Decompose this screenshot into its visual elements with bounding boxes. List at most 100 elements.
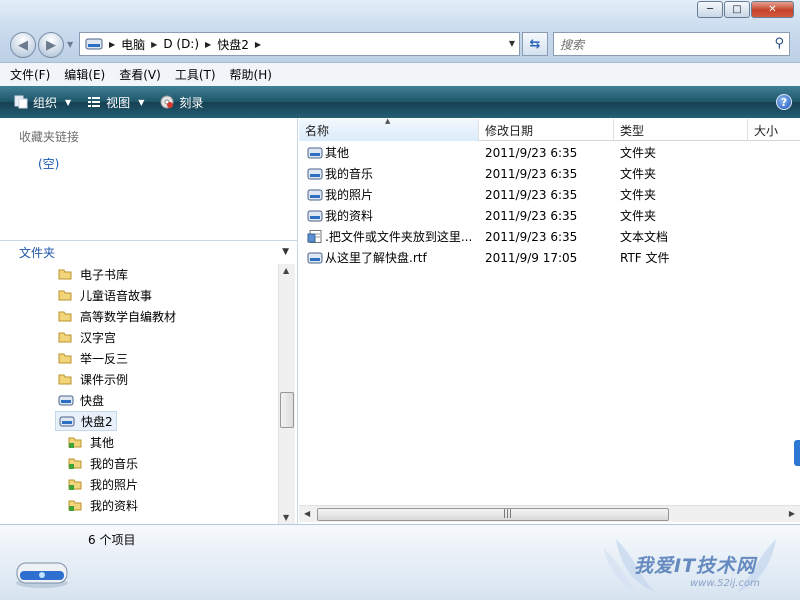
address-bar[interactable]: ▶ 电脑 ▶ D (D:) ▶ 快盘2 ▶ ▼ — [79, 32, 520, 56]
tree-item-music[interactable]: 我的音乐 — [68, 453, 138, 473]
folders-header[interactable]: 文件夹 ▼ — [0, 240, 297, 264]
tree-item-docs[interactable]: 我的资料 — [68, 495, 138, 515]
column-name[interactable]: 名称 ▲ — [299, 117, 479, 141]
scroll-up-icon[interactable]: ▲ — [283, 266, 289, 275]
drive-icon — [59, 416, 75, 426]
minimize-button[interactable]: ─ — [697, 1, 723, 18]
file-row[interactable]: 我的照片 2011/9/23 6:35 文件夹 — [299, 184, 800, 205]
file-type: 文件夹 — [620, 167, 657, 181]
organize-button[interactable]: 组织 ▼ — [14, 94, 71, 111]
column-date-label: 修改日期 — [485, 123, 534, 138]
folder-tree: 电子书库 儿童语音故事 高等数学自编教材 汉字宫 举一反三 课件示例 快盘 快盘… — [0, 264, 278, 524]
file-row[interactable]: 从这里了解快盘.rtf 2011/9/9 17:05 RTF 文件 — [299, 247, 800, 268]
burn-button[interactable]: 刻录 — [160, 94, 203, 111]
folders-title: 文件夹 — [19, 246, 56, 260]
refresh-button[interactable]: ⇆ — [522, 32, 548, 56]
chevron-down-icon[interactable]: ▼ — [282, 247, 289, 257]
watermark-text: 我爱IT技术网 — [634, 555, 757, 577]
tree-item-label: 举一反三 — [80, 351, 129, 366]
window-controls: ─ □ ✕ — [696, 1, 794, 18]
view-button[interactable]: 视图 ▼ — [87, 94, 144, 111]
menu-edit[interactable]: 编辑(E) — [64, 66, 105, 83]
sync-folder-icon — [68, 437, 82, 448]
forward-button[interactable]: ▶ — [38, 32, 64, 58]
view-label: 视图 — [106, 95, 131, 110]
breadcrumb-separator[interactable]: ▶ — [151, 40, 157, 49]
file-row[interactable]: 其他 2011/9/23 6:35 文件夹 — [299, 142, 800, 163]
file-name: 我的资料 — [325, 209, 374, 223]
tree-item-label: 课件示例 — [80, 372, 129, 387]
tree-item-ebook[interactable]: 电子书库 — [58, 264, 128, 284]
breadcrumb-separator[interactable]: ▶ — [255, 40, 261, 49]
menu-help[interactable]: 帮助(H) — [230, 66, 272, 83]
command-toolbar: 组织 ▼ 视图 ▼ 刻录 ? — [0, 86, 800, 118]
file-date: 2011/9/9 17:05 — [485, 250, 578, 265]
file-date: 2011/9/23 6:35 — [485, 208, 578, 223]
file-list-pane: 名称 ▲ 修改日期 类型 大小 其他 2011/9/23 6:35 文件夹 我的… — [299, 117, 800, 524]
tree-scrollbar[interactable]: ▲ ▼ — [278, 264, 295, 524]
menu-file[interactable]: 文件(F) — [10, 66, 50, 83]
drive-icon — [85, 38, 103, 50]
sync-folder-icon — [68, 479, 82, 490]
tree-item-stories[interactable]: 儿童语音故事 — [58, 285, 152, 305]
address-dropdown-icon[interactable]: ▼ — [509, 39, 515, 48]
menu-tools[interactable]: 工具(T) — [175, 66, 216, 83]
scroll-down-icon[interactable]: ▼ — [283, 513, 289, 522]
tree-item-kuaipan[interactable]: 快盘 — [58, 390, 104, 410]
file-row[interactable]: 我的资料 2011/9/23 6:35 文件夹 — [299, 205, 800, 226]
column-date[interactable]: 修改日期 — [479, 119, 614, 141]
folder-icon — [58, 290, 72, 301]
scrollbar-thumb[interactable] — [280, 392, 294, 428]
column-name-label: 名称 — [305, 123, 330, 138]
scroll-left-icon[interactable]: ◀ — [304, 509, 310, 518]
tree-item-label: 高等数学自编教材 — [80, 309, 177, 324]
file-type: 文件夹 — [620, 188, 657, 202]
horizontal-scrollbar[interactable]: ◀ ||| ▶ — [299, 505, 800, 522]
drive-folder-icon — [307, 189, 323, 201]
tree-item-hanzi[interactable]: 汉字宫 — [58, 327, 116, 347]
column-type[interactable]: 类型 — [614, 119, 748, 141]
breadcrumb-separator[interactable]: ▶ — [109, 40, 115, 49]
favorites-empty: (空) — [38, 157, 60, 171]
tree-item-label: 我的资料 — [90, 498, 139, 513]
tree-item-photos[interactable]: 我的照片 — [68, 474, 138, 494]
scroll-right-icon[interactable]: ▶ — [789, 509, 795, 518]
file-type: RTF 文件 — [620, 251, 670, 265]
menu-view[interactable]: 查看(V) — [119, 66, 161, 83]
column-size[interactable]: 大小 — [748, 119, 800, 141]
drive-folder-icon — [307, 252, 323, 264]
file-type: 文件夹 — [620, 209, 657, 223]
tree-item-math[interactable]: 高等数学自编教材 — [58, 306, 176, 326]
file-row[interactable]: 我的音乐 2011/9/23 6:35 文件夹 — [299, 163, 800, 184]
tree-item-label: 电子书库 — [80, 267, 129, 282]
back-button[interactable]: ◀ — [10, 32, 36, 58]
tree-item-kuaipan2[interactable]: 快盘2 — [55, 411, 117, 431]
breadcrumb-kuaipan2[interactable]: 快盘2 — [217, 36, 249, 53]
breadcrumb-separator[interactable]: ▶ — [205, 40, 211, 49]
help-icon[interactable]: ? — [776, 94, 792, 110]
scrollbar-thumb[interactable]: ||| — [317, 508, 669, 521]
tree-item-courseware[interactable]: 课件示例 — [58, 369, 128, 389]
folder-icon — [58, 374, 72, 385]
favorites-title: 收藏夹链接 — [19, 130, 80, 144]
file-date: 2011/9/23 6:35 — [485, 187, 578, 202]
forward-arrow-icon: ▶ — [46, 37, 56, 53]
organize-icon — [14, 95, 28, 109]
tree-item-label: 快盘 — [80, 393, 105, 408]
organize-label: 组织 — [33, 95, 58, 110]
folder-icon — [58, 269, 72, 280]
tree-item-other[interactable]: 其他 — [68, 432, 114, 452]
maximize-button[interactable]: □ — [724, 1, 750, 18]
close-button[interactable]: ✕ — [751, 1, 794, 18]
recent-pages-dropdown[interactable]: ▼ — [67, 40, 73, 49]
tree-item-label: 我的照片 — [90, 477, 139, 492]
search-placeholder: 搜索 — [560, 37, 585, 52]
breadcrumb-computer[interactable]: 电脑 — [121, 36, 145, 53]
file-date: 2011/9/23 6:35 — [485, 229, 578, 244]
search-icon[interactable]: ⚲ — [774, 36, 784, 51]
tree-item-juyi[interactable]: 举一反三 — [58, 348, 128, 368]
file-row[interactable]: .把文件或文件夹放到这里... 2011/9/23 6:35 文本文档 — [299, 226, 800, 247]
breadcrumb-drive-d[interactable]: D (D:) — [163, 37, 199, 51]
search-input[interactable]: 搜索 ⚲ — [553, 32, 790, 56]
sync-folder-icon — [68, 500, 82, 511]
